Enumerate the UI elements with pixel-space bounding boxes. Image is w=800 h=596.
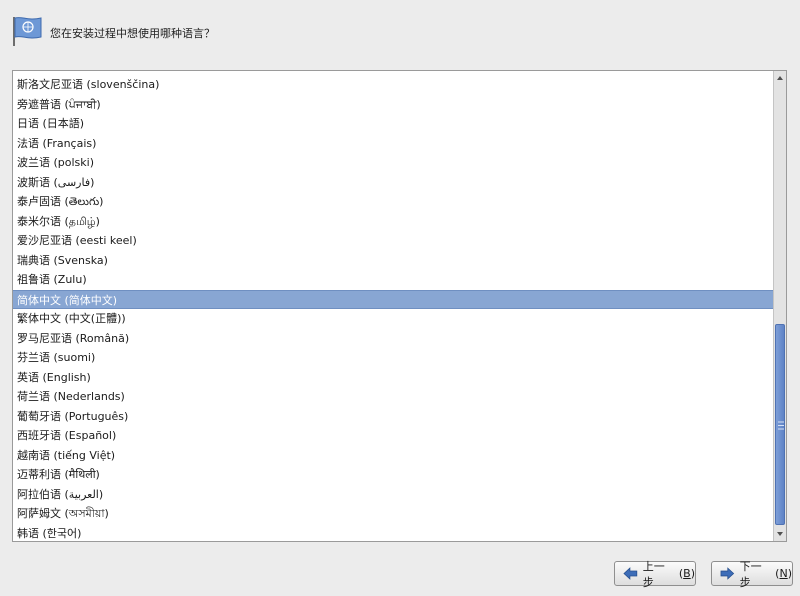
flag-icon bbox=[13, 17, 42, 46]
language-list-item[interactable]: 波兰语 (polski) bbox=[13, 153, 773, 173]
language-list-item[interactable]: 韩语 (한국어) bbox=[13, 524, 773, 542]
back-button-shortcut: (B) bbox=[675, 567, 695, 580]
language-list-item[interactable]: 法语 (Français) bbox=[13, 134, 773, 154]
back-button[interactable]: 上一步 (B) bbox=[614, 560, 696, 589]
language-list-item[interactable]: 越南语 (tiếng Việt) bbox=[13, 446, 773, 466]
language-list-item[interactable]: 芬兰语 (suomi) bbox=[13, 348, 773, 368]
arrow-left-icon bbox=[623, 567, 638, 580]
page-question: 您在安装过程中想使用哪种语言？ bbox=[50, 27, 215, 40]
language-list[interactable]: 斯洛文尼亚语 (slovenščina) 旁遮普语 (ਪੰਜਾਬੀ) 日语 (日本語… bbox=[12, 70, 787, 542]
language-list-item[interactable]: 日语 (日本語) bbox=[13, 114, 773, 134]
language-list-item[interactable]: 泰米尔语 (தமிழ்) bbox=[13, 212, 773, 232]
language-list-item[interactable]: 葡萄牙语 (Português) bbox=[13, 407, 773, 427]
scroll-up-icon[interactable] bbox=[774, 71, 786, 85]
next-button-label: 下一步 bbox=[739, 559, 762, 589]
language-list-item[interactable]: 荷兰语 (Nederlands) bbox=[13, 387, 773, 407]
language-list-item[interactable]: 斯洛文尼亚语 (slovenščina) bbox=[13, 75, 773, 95]
next-button[interactable]: 下一步 (N) bbox=[711, 560, 793, 589]
language-list-item[interactable]: 爱沙尼亚语 (eesti keel) bbox=[13, 231, 773, 251]
language-list-item[interactable]: 英语 (English) bbox=[13, 368, 773, 388]
scroll-down-icon[interactable] bbox=[774, 527, 786, 541]
language-list-item[interactable]: 迈蒂利语 (मैथिली) bbox=[13, 465, 773, 485]
language-list-item[interactable]: 泰卢固语 (తెలుగు) bbox=[13, 192, 773, 212]
language-list-item[interactable]: 简体中文 (简体中文) bbox=[13, 289, 773, 309]
scroll-thumb[interactable] bbox=[775, 324, 785, 525]
language-list-item[interactable]: 繁体中文 (中文(正體)) bbox=[13, 309, 773, 329]
grip-icon bbox=[778, 421, 784, 430]
back-button-label: 上一步 bbox=[642, 559, 665, 589]
language-list-content: 斯洛文尼亚语 (slovenščina) 旁遮普语 (ਪੰਜਾਬੀ) 日语 (日本語… bbox=[13, 75, 773, 541]
language-list-item[interactable]: 阿萨姆文 (অসমীয়া) bbox=[13, 504, 773, 524]
language-list-item[interactable]: 阿拉伯语 (العربية) bbox=[13, 485, 773, 505]
language-list-item[interactable]: 瑞典语 (Svenska) bbox=[13, 251, 773, 271]
arrow-right-icon bbox=[720, 567, 735, 580]
next-button-shortcut: (N) bbox=[771, 567, 792, 580]
language-list-item[interactable]: 西班牙语 (Español) bbox=[13, 426, 773, 446]
vertical-scrollbar[interactable] bbox=[773, 71, 786, 541]
language-list-item[interactable]: 祖鲁语 (Zulu) bbox=[13, 270, 773, 290]
language-list-item[interactable]: 罗马尼亚语 (Română) bbox=[13, 329, 773, 349]
language-list-item[interactable]: 波斯语 (فارسی) bbox=[13, 173, 773, 193]
language-list-item[interactable]: 旁遮普语 (ਪੰਜਾਬੀ) bbox=[13, 95, 773, 115]
header: 您在安装过程中想使用哪种语言？ bbox=[0, 0, 800, 60]
